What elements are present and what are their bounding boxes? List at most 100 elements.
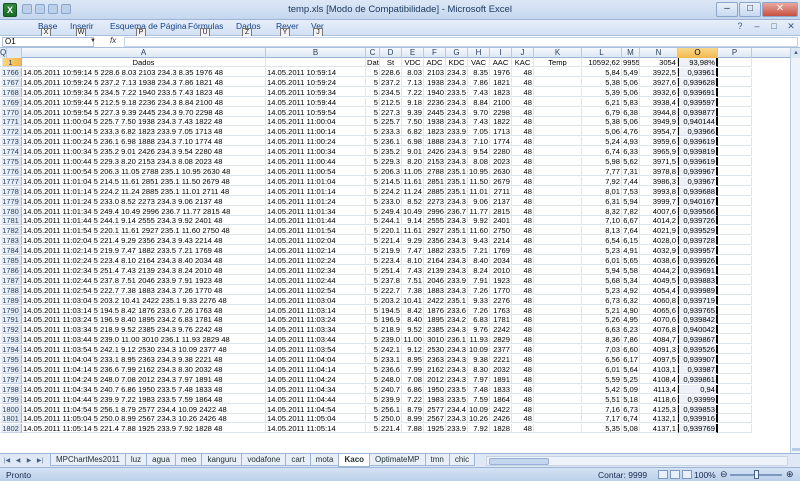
cell-q[interactable] [0, 424, 3, 434]
cell-d[interactable]: 242.1 [380, 345, 402, 355]
cell-h[interactable]: 7.43 [468, 87, 490, 97]
cell-l[interactable]: 5,38 [582, 117, 622, 127]
cell-o[interactable]: 0,940144 [678, 117, 718, 127]
cell-dados[interactable]: 14.05.2011 11:04:14 5 236.6 7.99 2162 23… [22, 364, 266, 374]
cell-n-value[interactable]: 3965,9 [620, 147, 678, 157]
cell-d[interactable]: 203.2 [380, 295, 402, 305]
cell-temp[interactable] [534, 77, 582, 87]
row-header[interactable]: 1780 [0, 206, 22, 216]
cell-i[interactable]: 2750 [490, 226, 512, 236]
cell-c[interactable]: 5 [366, 147, 380, 157]
cell-p[interactable] [718, 246, 752, 256]
cell-e[interactable]: 6.82 [402, 127, 424, 137]
cell-e[interactable]: 7.08 [402, 374, 424, 384]
row-header[interactable]: 1770 [0, 107, 22, 117]
row-header[interactable]: 1777 [0, 176, 22, 186]
row-header[interactable]: 1795 [0, 355, 22, 364]
cell-h[interactable]: 9.70 [468, 107, 490, 117]
cell-h[interactable]: 9.76 [468, 325, 490, 335]
cell-data[interactable]: 14.05.2011 11:05:14 [266, 424, 366, 434]
cell-j[interactable]: 48 [512, 404, 534, 414]
cell-l[interactable]: 5,24 [582, 137, 622, 147]
cell-i[interactable]: 1823 [490, 87, 512, 97]
cell-l[interactable]: 5,35 [582, 424, 622, 434]
cell-d[interactable]: 239.0 [380, 335, 402, 345]
cell-data[interactable]: 14.05.2011 11:03:14 [266, 305, 366, 315]
cell-p[interactable] [718, 256, 752, 265]
cell-j[interactable]: 48 [512, 127, 534, 137]
cell-o[interactable]: 0,939926 [678, 256, 718, 265]
cell-l[interactable]: 6,63 [582, 325, 622, 335]
cell-j[interactable]: 48 [512, 256, 534, 265]
cell-f[interactable]: 2567 [424, 414, 446, 424]
cell-f[interactable]: 2385 [424, 325, 446, 335]
cell-p[interactable] [718, 117, 752, 127]
cell-f[interactable]: 2363 [424, 355, 446, 364]
row-header[interactable]: 1766 [0, 67, 22, 77]
cell-q[interactable] [0, 147, 3, 157]
cell-q[interactable] [0, 107, 3, 117]
cell-i[interactable]: 2829 [490, 335, 512, 345]
cell-p[interactable] [718, 364, 752, 374]
cell-e[interactable]: 11.61 [402, 176, 424, 186]
cell-e[interactable]: 7.13 [402, 77, 424, 87]
cell-g[interactable]: 234.3 [446, 67, 468, 77]
cell-p[interactable] [718, 77, 752, 87]
cell-n-value[interactable]: 4113,4 [620, 384, 678, 394]
cell-i[interactable]: 1763 [490, 305, 512, 315]
cell-data[interactable]: 14.05.2011 10:59:44 [266, 97, 366, 107]
cell-l[interactable]: 7,16 [582, 404, 622, 414]
cell-h[interactable]: 10.09 [468, 404, 490, 414]
row-header[interactable]: 1774 [0, 147, 22, 157]
cell-q[interactable] [0, 315, 3, 325]
cell-n-value[interactable]: 4137,1 [620, 424, 678, 434]
cell-f[interactable]: 1938 [424, 117, 446, 127]
cell-h[interactable]: 7.48 [468, 384, 490, 394]
cell-data[interactable]: 14.05.2011 11:00:54 [266, 166, 366, 176]
header-cell[interactable]: 3054 [640, 58, 678, 67]
header-cell[interactable]: VDC [402, 58, 424, 67]
cell-j[interactable]: 48 [512, 206, 534, 216]
cell-q[interactable] [0, 206, 3, 216]
cell-temp[interactable] [534, 305, 582, 315]
cell-c[interactable]: 5 [366, 325, 380, 335]
cell-g[interactable]: 236.1 [446, 335, 468, 345]
cell-f[interactable]: 1876 [424, 305, 446, 315]
cell-c[interactable]: 5 [366, 295, 380, 305]
cell-d[interactable]: 236.6 [380, 364, 402, 374]
cell-temp[interactable] [534, 315, 582, 325]
cell-e[interactable]: 7.38 [402, 285, 424, 295]
cell-n-value[interactable]: 4044,2 [620, 265, 678, 275]
cell-c[interactable]: 5 [366, 127, 380, 137]
cell-e[interactable]: 9.52 [402, 325, 424, 335]
cell-dados[interactable]: 14.05.2011 11:01:14 5 224.2 11.24 2885 2… [22, 186, 266, 196]
cell-data[interactable]: 14.05.2011 10:59:14 [266, 67, 366, 77]
cell-n-value[interactable]: 3986,3 [620, 176, 678, 186]
cell-j[interactable]: 48 [512, 137, 534, 147]
cell-i[interactable]: 2679 [490, 176, 512, 186]
column-header-i[interactable]: I [490, 48, 512, 58]
sheet-tab-agua[interactable]: agua [146, 454, 176, 466]
cell-i[interactable]: 1864 [490, 394, 512, 404]
maximize-button[interactable]: □ [739, 2, 761, 17]
cell-o[interactable]: 0,939765 [678, 305, 718, 315]
cell-o[interactable]: 0,93987 [678, 364, 718, 374]
cell-h[interactable]: 11.01 [468, 186, 490, 196]
cell-d[interactable]: 237.2 [380, 77, 402, 87]
cell-p[interactable] [718, 345, 752, 355]
cell-p[interactable] [718, 394, 752, 404]
cell-o[interactable]: 0,940042 [678, 325, 718, 335]
cell-temp[interactable] [534, 117, 582, 127]
cell-f[interactable]: 1883 [424, 285, 446, 295]
cell-dados[interactable]: 14.05.2011 11:04:44 5 239.9 7.22 1983 23… [22, 394, 266, 404]
cell-dados[interactable]: 14.05.2011 11:02:04 5 221.4 9.29 2356 23… [22, 236, 266, 246]
cell-dados[interactable]: 14.05.2011 11:03:14 5 194.5 8.42 1876 23… [22, 305, 266, 315]
cell-g[interactable]: 234.3 [446, 97, 468, 107]
cell-g[interactable]: 234.3 [446, 216, 468, 226]
cell-temp[interactable] [534, 246, 582, 256]
sheet-tab-kaco[interactable]: Kaco [338, 454, 371, 467]
cell-h[interactable]: 8.40 [468, 256, 490, 265]
cell-d[interactable]: 221.4 [380, 424, 402, 434]
cell-data[interactable]: 14.05.2011 11:00:44 [266, 157, 366, 166]
close-button[interactable]: ✕ [762, 2, 798, 17]
